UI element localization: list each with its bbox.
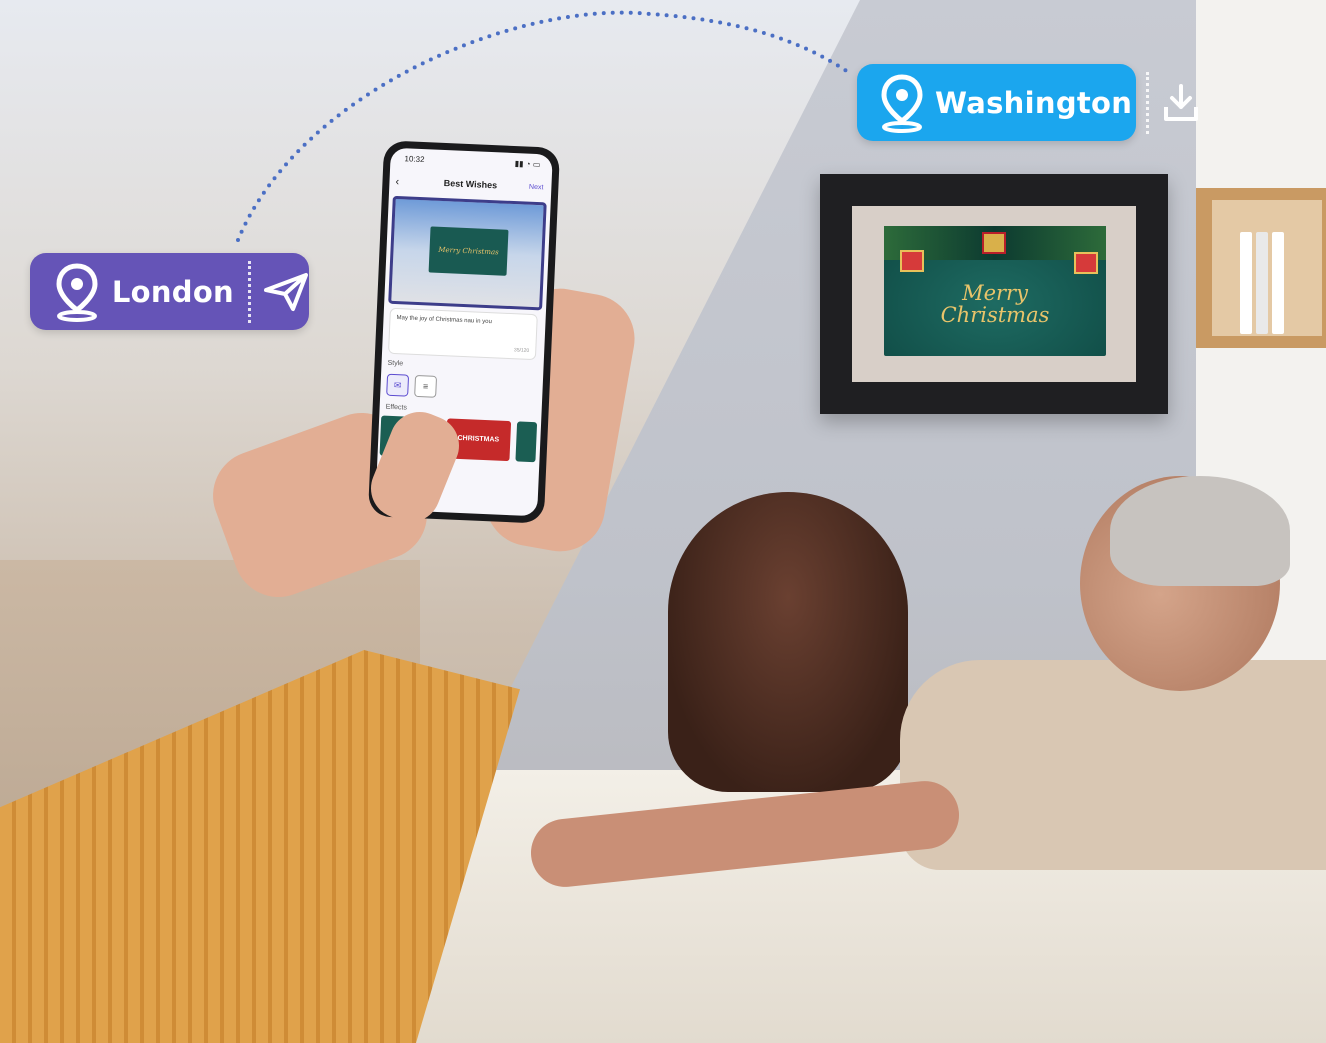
mini-card-text: Merry Christmas — [428, 226, 509, 276]
woman-head — [668, 492, 908, 792]
message-field[interactable]: May the joy of Christmas nau in you 35/1… — [387, 307, 538, 361]
char-count: 35/120 — [513, 347, 530, 354]
effect-partial[interactable] — [515, 421, 538, 463]
map-pin-icon — [52, 260, 102, 324]
map-pin-icon — [879, 71, 925, 135]
card-style-icon[interactable]: ≡ — [414, 374, 438, 398]
screen-title: Best Wishes — [443, 177, 498, 191]
envelope-style-icon[interactable]: ✉ — [386, 373, 410, 397]
status-time: 10:32 — [404, 154, 425, 165]
download-icon — [1161, 80, 1201, 126]
next-button[interactable]: Next — [529, 184, 544, 192]
photo-scene: Merry Christmas 10:32 ▮▮ ◔ ▭ ‹ Best Wish… — [0, 0, 1326, 1043]
paper-plane-icon — [263, 269, 309, 315]
london-location-badge: London — [30, 253, 309, 330]
washington-location-badge: Washington — [857, 64, 1199, 141]
digital-photo-frame: Merry Christmas — [820, 174, 1168, 414]
man-hair — [1110, 476, 1290, 586]
card-line-2: Christmas — [940, 303, 1050, 327]
christmas-card: Merry Christmas — [884, 226, 1106, 356]
gift-icon — [1074, 252, 1098, 274]
washington-label: Washington — [935, 85, 1133, 120]
card-line-1: Merry — [962, 281, 1028, 305]
man-shoulders — [900, 660, 1326, 870]
gift-icon — [900, 250, 924, 272]
badge-divider — [1146, 71, 1150, 134]
message-text: May the joy of Christmas nau in you — [396, 315, 492, 326]
london-label: London — [111, 274, 234, 309]
status-bar: 10:32 ▮▮ ◔ ▭ — [404, 154, 540, 169]
card-preview[interactable]: Merry Christmas — [388, 195, 547, 311]
frame-screen: Merry Christmas — [852, 206, 1136, 382]
gift-icon — [982, 232, 1006, 254]
signal-icon: ▮▮ ◔ ▭ — [514, 159, 541, 170]
card-greeting: Merry Christmas — [884, 282, 1106, 326]
badge-divider — [248, 260, 251, 323]
style-label: Style — [387, 359, 404, 368]
effects-label: Effects — [385, 403, 408, 412]
